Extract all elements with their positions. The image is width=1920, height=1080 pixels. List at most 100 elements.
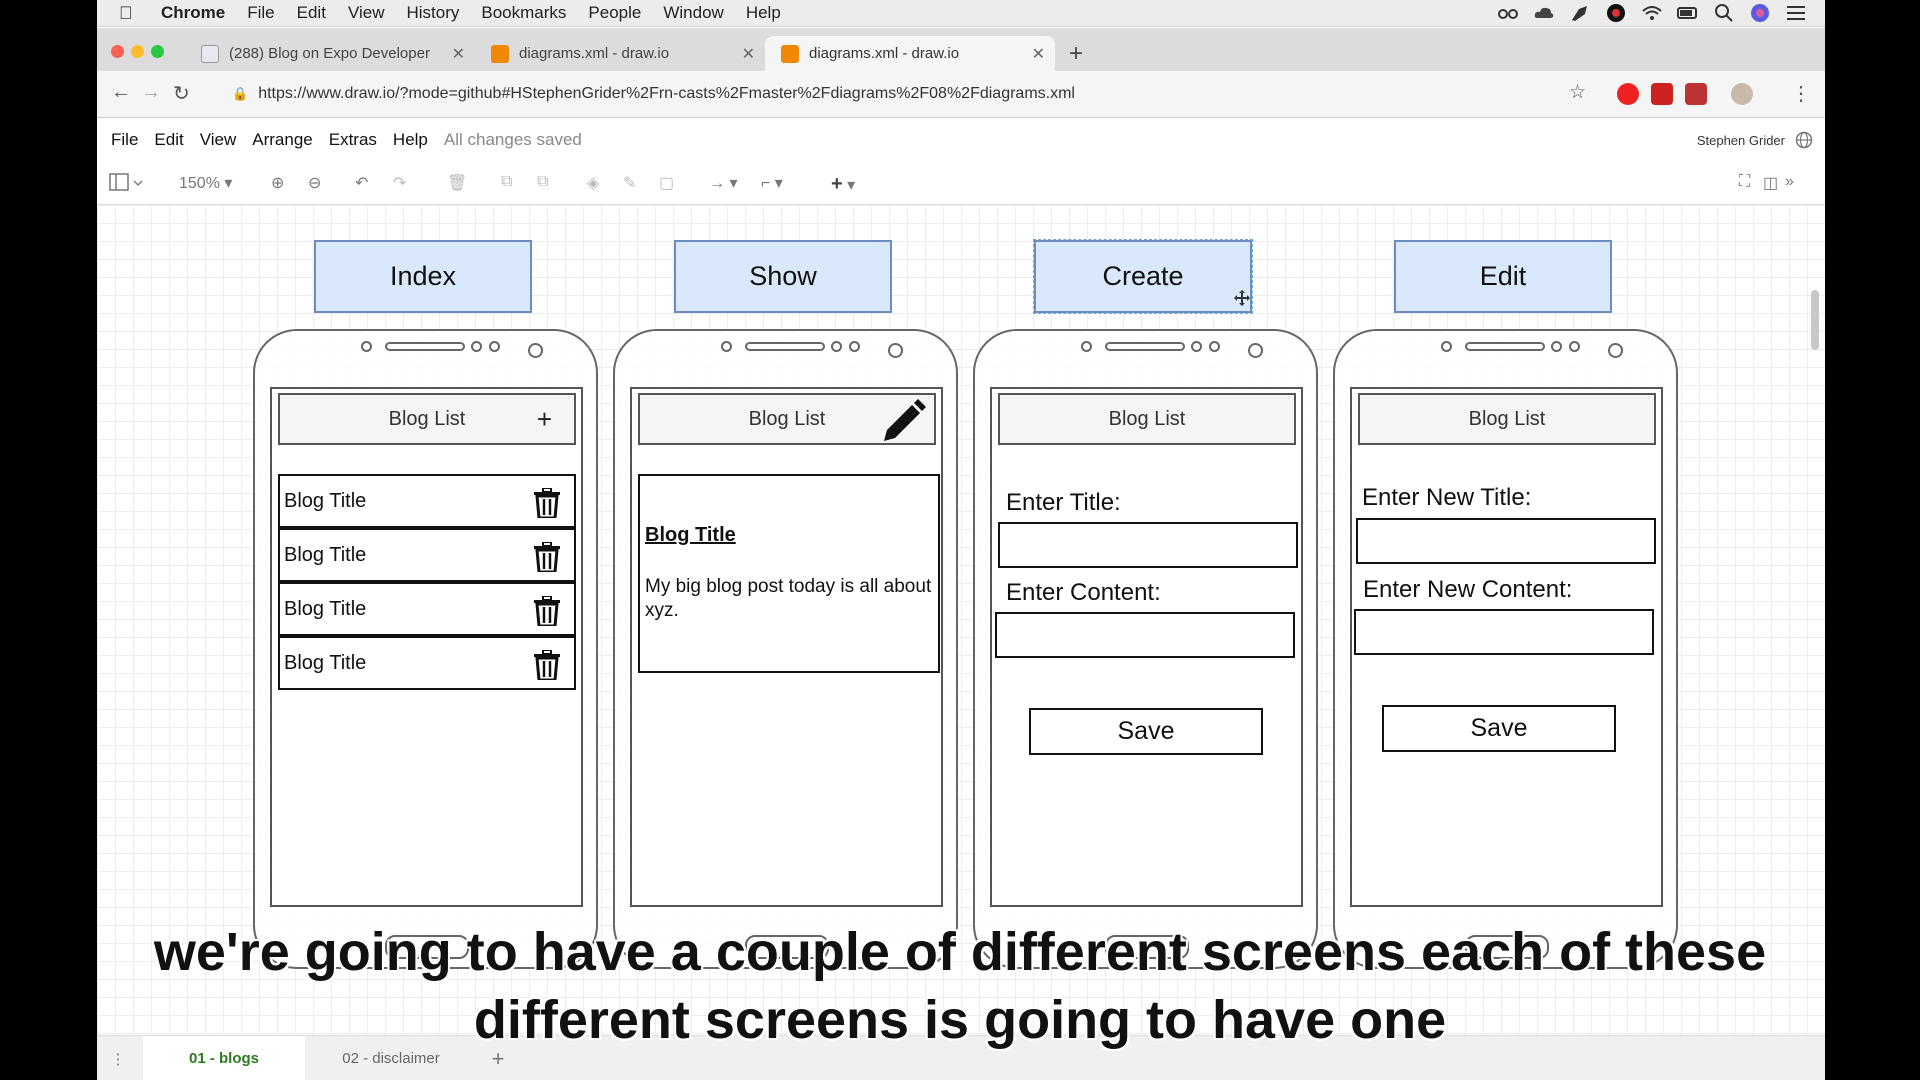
blog-list-item[interactable]: Blog Title xyxy=(278,528,576,582)
trash-icon[interactable] xyxy=(534,488,560,518)
fill-color-icon[interactable]: ◈ xyxy=(587,173,599,193)
zoom-in-icon[interactable]: ⊕ xyxy=(271,173,284,193)
language-globe-icon[interactable] xyxy=(1795,131,1813,149)
battery-icon[interactable] xyxy=(1677,3,1699,23)
pen-tool-icon[interactable] xyxy=(1569,3,1591,23)
apple-icon[interactable]:  xyxy=(119,3,139,24)
fullscreen-icon[interactable]: ⛶ xyxy=(1739,173,1750,191)
close-tab-icon[interactable]: ✕ xyxy=(742,44,755,64)
edit-header-box[interactable]: Edit xyxy=(1394,240,1612,313)
content-input[interactable] xyxy=(1354,609,1654,655)
create-header-box[interactable]: Create xyxy=(1033,239,1253,314)
tab-expo-blog[interactable]: (288) Blog on Expo Developer ✕ xyxy=(185,36,475,71)
wifi-icon[interactable] xyxy=(1641,3,1663,23)
index-header-box[interactable]: Index xyxy=(314,240,532,313)
menu-bookmarks[interactable]: Bookmarks xyxy=(481,3,566,23)
status-area xyxy=(1497,3,1807,23)
panel-toggle-icon[interactable]: ◫ xyxy=(1763,173,1778,193)
close-tab-icon[interactable]: ✕ xyxy=(1032,44,1045,64)
drawio-menu-edit[interactable]: Edit xyxy=(154,130,183,150)
create-phone-mockup[interactable]: Blog List Enter Title: Enter Content: Sa… xyxy=(973,329,1318,969)
title-input[interactable] xyxy=(998,522,1298,568)
opera-extension-icon[interactable] xyxy=(1617,83,1639,105)
cloud-icon[interactable] xyxy=(1533,3,1555,23)
menu-file[interactable]: File xyxy=(247,3,274,23)
menu-edit[interactable]: Edit xyxy=(297,3,326,23)
blog-list-item[interactable]: Blog Title xyxy=(278,474,576,528)
title-field-label: Enter Title: xyxy=(1006,489,1121,516)
chrome-menu-icon[interactable]: ⋮ xyxy=(1791,81,1811,106)
url-field[interactable]: 🔒 https://www.draw.io/?mode=github#HStep… xyxy=(232,77,1232,111)
save-button[interactable]: Save xyxy=(1029,708,1263,755)
zoom-value: 150% xyxy=(179,175,220,192)
trash-icon[interactable] xyxy=(534,650,560,680)
lastpass-extension-icon[interactable] xyxy=(1651,83,1673,105)
to-back-icon[interactable]: ⧉ xyxy=(537,173,548,191)
collapse-icon[interactable]: » xyxy=(1785,173,1794,191)
waypoints-icon[interactable]: ⌐ ▾ xyxy=(761,173,783,193)
drawio-menu-view[interactable]: View xyxy=(200,130,237,150)
tab-drawio-1[interactable]: diagrams.xml - draw.io ✕ xyxy=(475,36,765,71)
blog-list-item[interactable]: Blog Title xyxy=(278,636,576,690)
line-color-icon[interactable]: ✎ xyxy=(623,173,636,193)
blog-item-title: Blog Title xyxy=(284,489,367,512)
new-tab-button[interactable]: + xyxy=(1069,40,1083,68)
forward-arrow-icon[interactable]: → xyxy=(141,81,161,104)
trash-icon[interactable] xyxy=(534,596,560,626)
notification-list-icon[interactable] xyxy=(1785,3,1807,23)
trash-icon[interactable] xyxy=(534,542,560,572)
maximize-window-button[interactable] xyxy=(151,45,164,58)
blog-list-item[interactable]: Blog Title xyxy=(278,582,576,636)
title-input[interactable] xyxy=(1356,518,1656,564)
menu-view[interactable]: View xyxy=(348,3,385,23)
profile-avatar[interactable] xyxy=(1731,83,1753,105)
close-window-button[interactable] xyxy=(111,45,124,58)
save-button[interactable]: Save xyxy=(1382,705,1616,752)
siri-icon[interactable] xyxy=(1749,3,1771,23)
diagram-canvas[interactable]: Index Show Create Edit Blog List + Blog … xyxy=(97,205,1825,1035)
menu-app-name[interactable]: Chrome xyxy=(161,3,225,23)
glasses-icon[interactable] xyxy=(1497,3,1519,23)
bookmark-star-icon[interactable]: ☆ xyxy=(1569,81,1586,104)
drawio-menu-file[interactable]: File xyxy=(111,130,138,150)
back-arrow-icon[interactable]: ← xyxy=(111,81,131,104)
vertical-scrollbar[interactable] xyxy=(1811,290,1819,350)
content-input[interactable] xyxy=(995,612,1295,658)
edit-phone-mockup[interactable]: Blog List Enter New Title: Enter New Con… xyxy=(1333,329,1678,969)
tab-drawio-active[interactable]: diagrams.xml - draw.io ✕ xyxy=(765,36,1055,71)
drawio-menu-arrange[interactable]: Arrange xyxy=(252,130,312,150)
zoom-select[interactable]: 150% ▾ xyxy=(179,173,232,193)
drawio-menu-help[interactable]: Help xyxy=(393,130,428,150)
index-phone-mockup[interactable]: Blog List + Blog Title Blog Title Blog T… xyxy=(253,329,598,969)
search-icon[interactable] xyxy=(1713,3,1735,23)
menu-people[interactable]: People xyxy=(588,3,641,23)
format-panel-icon[interactable] xyxy=(109,173,143,193)
to-front-icon[interactable]: ⧉ xyxy=(501,173,512,191)
undo-icon[interactable]: ↶ xyxy=(355,173,368,193)
user-name[interactable]: Stephen Grider xyxy=(1697,133,1785,148)
menu-history[interactable]: History xyxy=(406,3,459,23)
show-header-box[interactable]: Show xyxy=(674,240,892,313)
pencil-icon[interactable] xyxy=(878,397,926,445)
drawio-menu-extras[interactable]: Extras xyxy=(329,130,377,150)
connection-style-icon[interactable]: → ▾ xyxy=(709,173,737,193)
blog-post-card: Blog Title My big blog post today is all… xyxy=(638,474,940,673)
phone-sensor-dot xyxy=(1209,341,1220,352)
insert-plus-icon[interactable]: + ▾ xyxy=(831,173,855,196)
show-phone-mockup[interactable]: Blog List Blog Title My big blog post to… xyxy=(613,329,958,969)
reload-icon[interactable]: ↻ xyxy=(173,81,190,106)
minimize-window-button[interactable] xyxy=(131,45,144,58)
app-circle-icon[interactable] xyxy=(1605,3,1627,23)
phone-sensor-dot xyxy=(361,341,372,352)
close-tab-icon[interactable]: ✕ xyxy=(452,44,465,64)
zoom-out-icon[interactable]: ⊖ xyxy=(308,173,321,193)
plus-icon[interactable]: + xyxy=(537,404,552,435)
delete-icon[interactable]: 🗑 xyxy=(447,173,467,193)
post-title: Blog Title xyxy=(645,524,736,546)
extension-badge-icon[interactable] xyxy=(1685,83,1707,105)
shadow-icon[interactable]: ▢ xyxy=(659,173,674,193)
save-label: Save xyxy=(1470,714,1528,742)
menu-window[interactable]: Window xyxy=(663,3,723,23)
redo-icon[interactable]: ↷ xyxy=(393,173,406,193)
menu-help[interactable]: Help xyxy=(746,3,781,23)
